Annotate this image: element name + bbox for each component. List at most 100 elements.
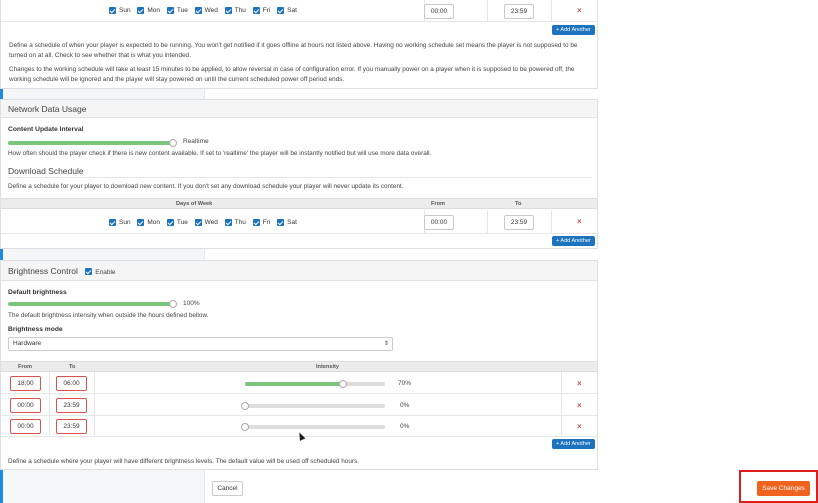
enable-label: Enable bbox=[95, 269, 116, 276]
download-from-input[interactable]: 00:00 bbox=[424, 215, 454, 230]
day-wed[interactable]: Wed bbox=[194, 7, 218, 14]
slider-handle[interactable] bbox=[241, 401, 249, 410]
working-to-input[interactable]: 23:59 bbox=[504, 4, 534, 19]
default-brightness-desc: The default brightness intensity when ou… bbox=[8, 312, 209, 319]
remove-row-icon[interactable]: × bbox=[577, 379, 582, 388]
panel-title: Network Data Usage bbox=[1, 100, 597, 118]
day-tue[interactable]: Tue bbox=[166, 219, 188, 226]
slider-fill bbox=[8, 141, 173, 145]
checkbox-icon[interactable] bbox=[166, 7, 174, 14]
add-another-button[interactable]: + Add Another bbox=[552, 25, 595, 35]
content-update-label: Content Update Interval bbox=[8, 126, 84, 133]
checkbox-icon[interactable] bbox=[194, 219, 202, 226]
brightness-table-header: From To Intensity bbox=[1, 361, 597, 372]
cancel-button[interactable]: Cancel bbox=[212, 481, 243, 496]
save-changes-button[interactable]: Save Changes bbox=[757, 481, 810, 496]
day-sat[interactable]: Sat bbox=[277, 7, 297, 14]
day-fri[interactable]: Fri bbox=[252, 219, 270, 226]
col-divider bbox=[487, 0, 488, 21]
brightness-title: Brightness Control bbox=[8, 266, 78, 276]
slider-handle[interactable] bbox=[169, 299, 177, 308]
intensity-slider[interactable] bbox=[241, 401, 385, 410]
col-divider bbox=[551, 210, 552, 233]
add-another-button[interactable]: + Add Another bbox=[552, 236, 595, 246]
col-days-of-week: Days of Week bbox=[176, 201, 213, 207]
row-divider bbox=[1, 393, 597, 394]
intensity-value: 70% bbox=[398, 380, 412, 387]
working-schedule-note: Changes to the working schedule will tak… bbox=[9, 66, 575, 83]
checkbox-icon[interactable] bbox=[166, 219, 174, 226]
checkbox-icon[interactable] bbox=[277, 7, 285, 14]
remove-row-icon[interactable]: × bbox=[577, 422, 582, 431]
col-divider bbox=[94, 372, 95, 435]
col-from: From bbox=[18, 364, 32, 370]
row-divider bbox=[1, 233, 597, 234]
day-sun[interactable]: Sun bbox=[109, 219, 131, 226]
col-divider bbox=[561, 372, 562, 435]
col-divider bbox=[487, 210, 488, 233]
slider-handle[interactable] bbox=[339, 379, 347, 388]
section-divider bbox=[8, 177, 592, 178]
col-to: To bbox=[69, 364, 76, 370]
enable-checkbox-icon[interactable] bbox=[85, 268, 93, 276]
download-schedule-title: Download Schedule bbox=[8, 166, 84, 176]
slider-handle[interactable] bbox=[169, 138, 177, 147]
add-another-button[interactable]: + Add Another bbox=[552, 439, 595, 449]
updown-caret-icon: ⇕ bbox=[383, 341, 389, 347]
intensity-value: 0% bbox=[400, 423, 410, 430]
download-to-input[interactable]: 23:59 bbox=[504, 215, 534, 230]
brightness-to-input[interactable]: 23:59 bbox=[56, 398, 87, 413]
day-fri[interactable]: Fri bbox=[252, 7, 270, 14]
checkbox-icon[interactable] bbox=[252, 7, 260, 14]
intensity-slider[interactable] bbox=[241, 422, 385, 431]
slider-handle[interactable] bbox=[241, 422, 249, 431]
working-schedule-panel: Sun Mon Tue Wed Thu Fri Sat 00:00 23:59 … bbox=[0, 0, 598, 89]
col-to: To bbox=[515, 201, 522, 207]
default-brightness-value: 100% bbox=[183, 300, 200, 307]
remove-row-icon[interactable]: × bbox=[577, 217, 582, 226]
checkbox-icon[interactable] bbox=[277, 219, 285, 226]
brightness-from-input[interactable]: 00:00 bbox=[10, 398, 41, 413]
day-mon[interactable]: Mon bbox=[137, 219, 160, 226]
intensity-slider[interactable] bbox=[245, 379, 385, 388]
day-mon[interactable]: Mon bbox=[137, 7, 160, 14]
col-from: From bbox=[431, 201, 445, 207]
day-thu[interactable]: Thu bbox=[224, 219, 246, 226]
day-sun[interactable]: Sun bbox=[109, 7, 131, 14]
working-from-input[interactable]: 00:00 bbox=[424, 4, 454, 19]
row-divider bbox=[1, 21, 597, 22]
working-schedule-desc: Define a schedule of when your player is… bbox=[9, 42, 578, 59]
brightness-from-input[interactable]: 18:00 bbox=[10, 376, 41, 391]
brightness-to-input[interactable]: 23:59 bbox=[56, 419, 87, 434]
brightness-mode-select[interactable]: Hardware ⇕ bbox=[8, 337, 393, 351]
brightness-schedule-desc: Define a schedule where your player will… bbox=[8, 458, 359, 465]
checkbox-icon[interactable] bbox=[194, 7, 202, 14]
col-intensity: Intensity bbox=[316, 364, 340, 370]
remove-row-icon[interactable]: × bbox=[577, 401, 582, 410]
slider-fill bbox=[245, 382, 343, 386]
day-sat[interactable]: Sat bbox=[277, 219, 297, 226]
day-tue[interactable]: Tue bbox=[166, 7, 188, 14]
checkbox-icon[interactable] bbox=[224, 7, 232, 14]
download-table-header: Days of Week From To bbox=[1, 198, 597, 209]
checkbox-icon[interactable] bbox=[137, 219, 145, 226]
day-wed[interactable]: Wed bbox=[194, 219, 218, 226]
working-days-checkboxes: Sun Mon Tue Wed Thu Fri Sat bbox=[109, 7, 302, 14]
checkbox-icon[interactable] bbox=[109, 219, 116, 226]
day-thu[interactable]: Thu bbox=[224, 7, 246, 14]
content-update-value: Realtime bbox=[183, 138, 209, 145]
remove-row-icon[interactable]: × bbox=[577, 6, 582, 15]
checkbox-icon[interactable] bbox=[252, 219, 260, 226]
intensity-value: 0% bbox=[400, 402, 410, 409]
brightness-mode-label: Brightness mode bbox=[8, 326, 63, 333]
checkbox-icon[interactable] bbox=[224, 219, 232, 226]
brightness-to-input[interactable]: 06:00 bbox=[56, 376, 87, 391]
content-update-slider[interactable] bbox=[8, 138, 177, 147]
download-days-checkboxes: Sun Mon Tue Wed Thu Fri Sat bbox=[109, 219, 302, 226]
brightness-from-input[interactable]: 00:00 bbox=[10, 419, 41, 434]
checkbox-icon[interactable] bbox=[137, 7, 145, 14]
content-update-desc: How often should the player check if the… bbox=[8, 150, 432, 157]
default-brightness-slider[interactable] bbox=[8, 299, 177, 308]
checkbox-icon[interactable] bbox=[109, 7, 116, 14]
col-divider bbox=[49, 372, 50, 435]
